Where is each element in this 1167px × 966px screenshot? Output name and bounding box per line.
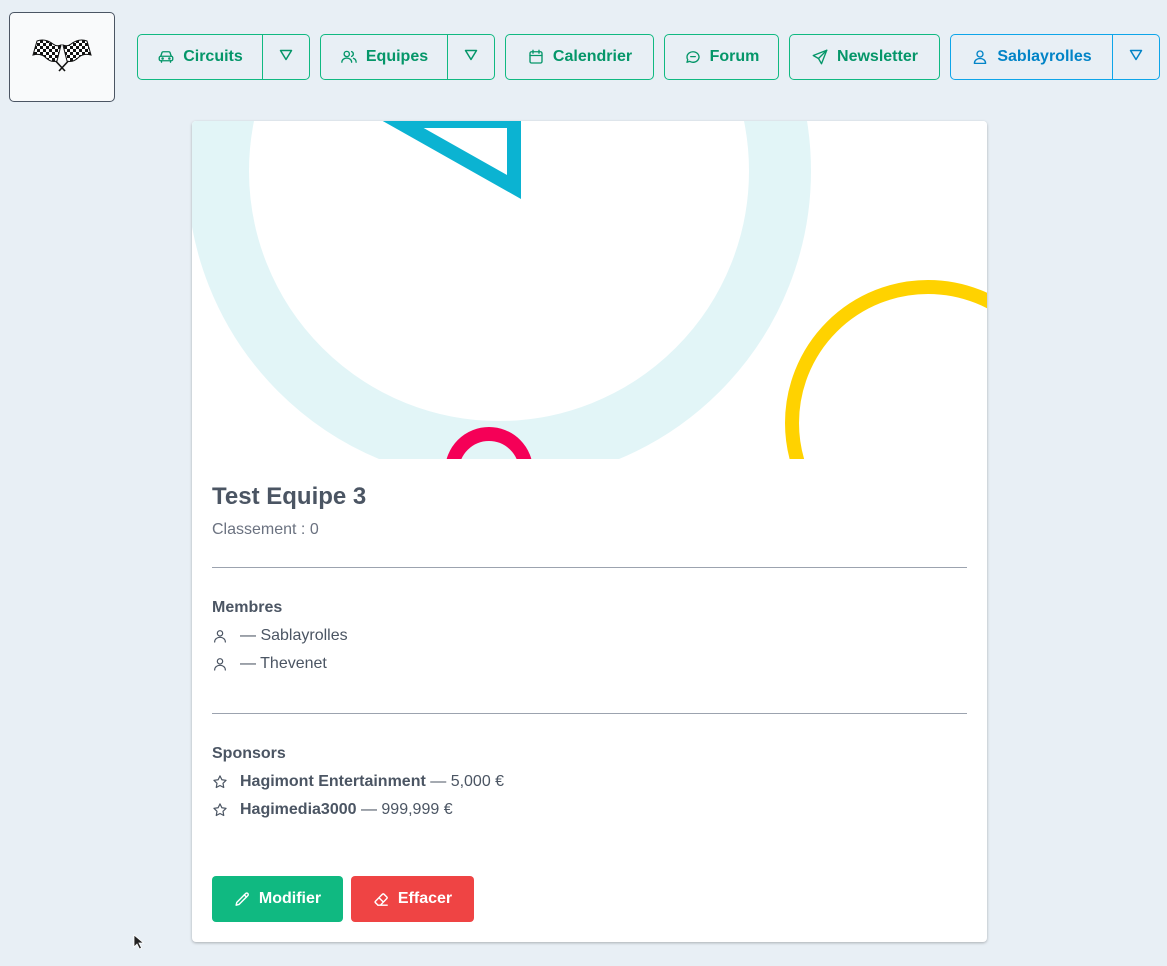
equipes-label: Equipes [365,48,429,65]
star-icon [212,774,228,790]
home-logo[interactable] [9,12,115,102]
team-banner-image [192,121,987,459]
triangle-down-icon [279,48,293,66]
edit-button[interactable]: Modifier [212,876,343,922]
user-group: Sablayrolles [950,34,1160,80]
sponsor-name: Hagimedia3000 [240,801,357,818]
team-ranking: Classement : 0 [212,521,319,538]
divider [212,567,967,568]
triangle-down-icon [464,48,478,66]
equipes-group: Equipes [320,34,495,80]
forum-label: Forum [709,48,760,65]
member-name: — Thevenet [240,655,327,672]
circuits-button[interactable]: Circuits [137,34,263,80]
send-icon [811,48,829,66]
circuits-label: Circuits [183,48,243,65]
team-card: Test Equipe 3 Classement : 0 Membres — S… [192,121,987,942]
equipes-dropdown-toggle[interactable] [448,34,495,80]
member-item: — Thevenet [212,655,327,673]
newsletter-button[interactable]: Newsletter [789,34,940,80]
divider [212,713,967,714]
pencil-icon [234,891,251,908]
sponsors-title: Sponsors [212,745,286,762]
sponsor-item: Hagimont Entertainment — 5,000 € [212,773,504,791]
members-title: Membres [212,599,283,616]
delete-button[interactable]: Effacer [351,876,474,922]
triangle-down-icon [1129,48,1143,66]
newsletter-label: Newsletter [837,48,918,65]
users-icon [340,48,358,66]
sponsor-amount: — 999,999 € [356,801,453,818]
team-name: Test Equipe 3 [212,483,367,510]
chat-icon [684,48,702,66]
equipes-button[interactable]: Equipes [320,34,448,80]
sponsor-item: Hagimedia3000 — 999,999 € [212,801,453,819]
calendrier-label: Calendrier [552,48,633,65]
mouse-cursor-icon [133,934,145,955]
checkered-flags-icon [31,37,93,78]
circuits-group: Circuits [137,34,310,80]
eraser-icon [373,891,390,908]
calendrier-button[interactable]: Calendrier [505,34,654,80]
user-icon [212,656,228,672]
star-icon [212,802,228,818]
user-dropdown-toggle[interactable] [1113,34,1160,80]
member-name: — Sablayrolles [240,627,348,644]
user-label: Sablayrolles [997,48,1092,65]
calendar-icon [527,48,545,66]
user-icon [971,48,989,66]
delete-label: Effacer [397,890,453,907]
circuits-dropdown-toggle[interactable] [263,34,310,80]
member-item: — Sablayrolles [212,627,348,645]
sponsor-name: Hagimont Entertainment [240,773,426,790]
car-icon [157,48,175,66]
forum-button[interactable]: Forum [664,34,779,80]
user-button[interactable]: Sablayrolles [950,34,1113,80]
user-icon [212,628,228,644]
sponsor-amount: — 5,000 € [425,773,505,790]
edit-label: Modifier [258,890,322,907]
